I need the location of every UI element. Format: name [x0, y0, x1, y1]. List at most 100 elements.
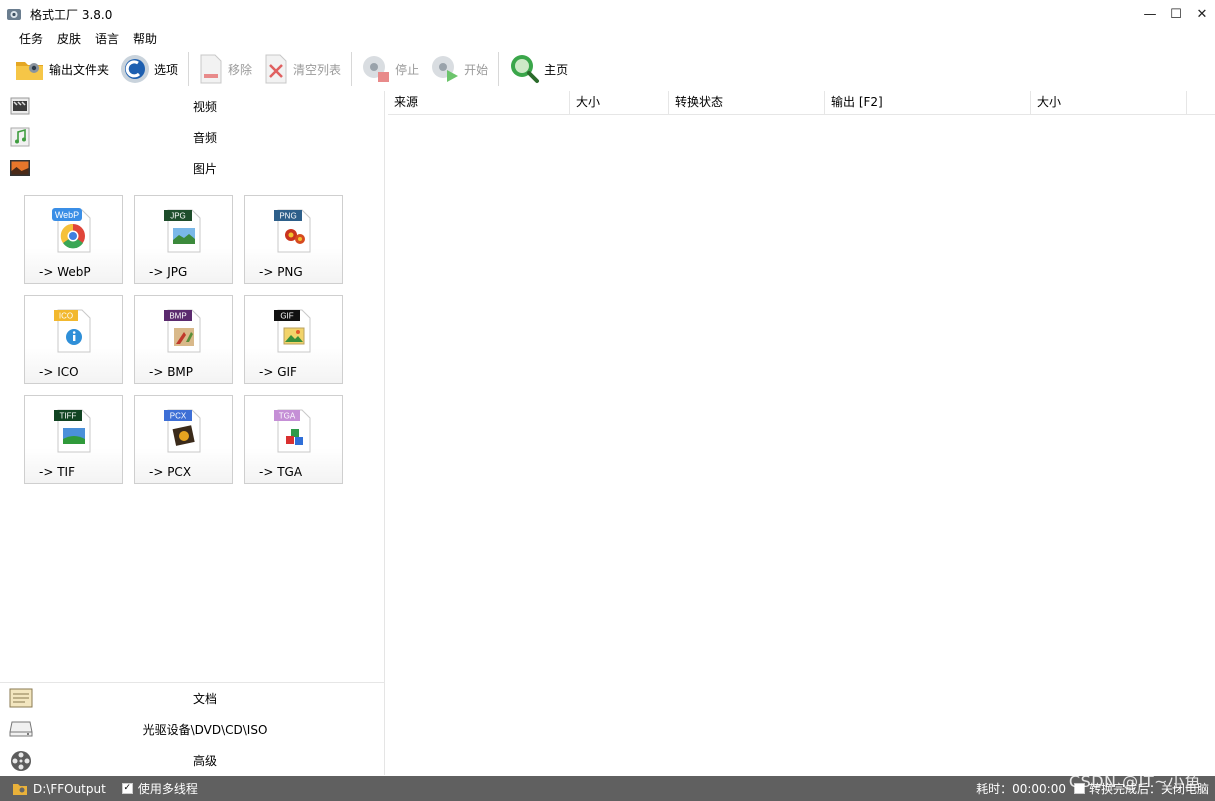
optical-drive-icon [9, 721, 33, 737]
menu-task[interactable]: 任务 [12, 30, 50, 47]
column-source[interactable]: 来源 [388, 91, 570, 115]
category-label: 视频 [192, 100, 217, 114]
window-title: 格式工厂 3.8.0 [30, 7, 113, 22]
music-note-icon [10, 127, 30, 147]
start-label: 开始 [464, 62, 489, 77]
remove-document-icon [200, 54, 222, 84]
clear-list-button[interactable]: 清空列表 [262, 51, 341, 87]
category-advanced[interactable]: 高级 [0, 745, 385, 776]
status-bar: D:\FFOutput ✓ 使用多线程 耗时：00:00:00 转换完成后：关闭… [0, 776, 1215, 801]
category-label: 高级 [192, 754, 217, 768]
format-badge-text: JPG [170, 212, 186, 221]
format-tile-tif[interactable]: TIFF -> TIF [24, 395, 123, 484]
stop-icon [363, 56, 390, 82]
format-badge-text: TGA [279, 412, 296, 421]
options-button[interactable]: 选项 [119, 51, 178, 87]
category-video[interactable]: 视频 [0, 91, 385, 122]
home-globe-search-icon [511, 55, 540, 83]
menu-help[interactable]: 帮助 [126, 30, 164, 47]
menu-bar: 任务 皮肤 语言 帮助 [0, 28, 1215, 48]
webp-format-icon: WebP [52, 208, 91, 253]
options-gear-icon [121, 55, 150, 83]
folder-icon [13, 783, 27, 795]
category-image[interactable]: 图片 [0, 153, 385, 184]
format-badge-text: TIFF [60, 412, 77, 421]
menu-language[interactable]: 语言 [88, 30, 126, 47]
clear-list-label: 清空列表 [293, 62, 342, 77]
tif-format-icon: TIFF [54, 409, 91, 453]
stop-label: 停止 [395, 62, 420, 77]
maximize-button[interactable]: ☐ [1163, 0, 1189, 28]
column-output[interactable]: 输出 [F2] [825, 91, 1031, 115]
column-status[interactable]: 转换状态 [669, 91, 825, 115]
category-panel: 视频 音频 图片 WebP -> WebP JPG -> JPG PNG -> … [0, 91, 385, 775]
title-bar: 格式工厂 3.8.0 — ☐ ✕ [0, 0, 1215, 28]
format-tile-gif[interactable]: GIF -> GIF [244, 295, 343, 384]
format-badge-text: GIF [280, 312, 293, 321]
category-audio[interactable]: 音频 [0, 122, 385, 153]
format-badge-text: PCX [170, 412, 187, 421]
format-label: -> TIF [39, 465, 75, 479]
format-label: -> PCX [149, 465, 192, 479]
menu-skin[interactable]: 皮肤 [50, 30, 88, 47]
format-badge-text: PNG [279, 212, 296, 221]
format-tile-pcx[interactable]: PCX -> PCX [134, 395, 233, 484]
format-tile-webp[interactable]: WebP -> WebP [24, 195, 123, 284]
bmp-format-icon: BMP [164, 309, 201, 353]
toolbar: 输出文件夹 选项 移除 清空列表 停止 开始 主页 [0, 50, 1215, 88]
format-tile-ico[interactable]: ICO -> ICO [24, 295, 123, 384]
jpg-format-icon: JPG [164, 209, 201, 253]
format-label: -> BMP [149, 365, 194, 379]
column-size[interactable]: 大小 [570, 91, 669, 115]
category-document[interactable]: 文档 [0, 683, 385, 714]
home-button[interactable]: 主页 [507, 51, 568, 87]
format-badge-text: BMP [169, 312, 186, 321]
format-label: -> ICO [39, 365, 79, 379]
toolbar-separator [498, 52, 500, 86]
start-icon [432, 56, 459, 82]
document-icon [9, 688, 33, 708]
format-tile-png[interactable]: PNG -> PNG [244, 195, 343, 284]
start-button[interactable]: 开始 [429, 51, 488, 87]
home-label: 主页 [544, 62, 569, 77]
format-tile-tga[interactable]: TGA -> TGA [244, 395, 343, 484]
category-label: 光驱设备\DVD\CD\ISO [142, 723, 268, 737]
task-list: 来源 大小 转换状态 输出 [F2] 大小 [388, 91, 1215, 775]
folder-icon [16, 62, 43, 80]
category-label: 图片 [192, 162, 217, 176]
toolbar-separator [351, 52, 353, 86]
film-reel-icon [11, 751, 31, 771]
format-badge-text: ICO [59, 312, 73, 321]
options-label: 选项 [154, 62, 179, 77]
png-format-icon: PNG [274, 209, 311, 253]
clear-list-icon [265, 54, 287, 84]
column-output-size[interactable]: 大小 [1031, 91, 1187, 115]
category-label: 文档 [192, 692, 217, 706]
pcx-format-icon: PCX [164, 409, 201, 453]
format-label: -> GIF [259, 365, 297, 379]
ico-format-icon: ICO [54, 309, 91, 353]
category-optical-drive[interactable]: 光驱设备\DVD\CD\ISO [0, 714, 385, 745]
tga-format-icon: TGA [274, 409, 311, 453]
watermark-text: CSDN @IT~小鱼 [1068, 772, 1201, 791]
format-badge-text: WebP [55, 210, 79, 220]
format-label: -> WebP [39, 265, 91, 279]
output-path-text: D:\FFOutput [33, 781, 106, 796]
format-tile-jpg[interactable]: JPG -> JPG [134, 195, 233, 284]
picture-icon [10, 160, 30, 176]
remove-button[interactable]: 移除 [197, 51, 252, 87]
multithread-option[interactable]: ✓ 使用多线程 [121, 780, 198, 797]
task-list-header: 来源 大小 转换状态 输出 [F2] 大小 [388, 91, 1215, 115]
close-button[interactable]: ✕ [1189, 0, 1215, 28]
output-folder-label: 输出文件夹 [49, 62, 110, 77]
output-path[interactable]: D:\FFOutput [12, 782, 106, 796]
stop-button[interactable]: 停止 [360, 51, 419, 87]
format-label: -> TGA [259, 465, 303, 479]
format-tile-bmp[interactable]: BMP -> BMP [134, 295, 233, 384]
video-clapper-icon [10, 97, 30, 115]
minimize-button[interactable]: — [1137, 0, 1163, 28]
output-folder-button[interactable]: 输出文件夹 [14, 51, 109, 87]
multithread-label: 使用多线程 [137, 782, 198, 796]
multithread-checkbox[interactable]: ✓ [121, 783, 133, 794]
toolbar-separator [188, 52, 190, 86]
